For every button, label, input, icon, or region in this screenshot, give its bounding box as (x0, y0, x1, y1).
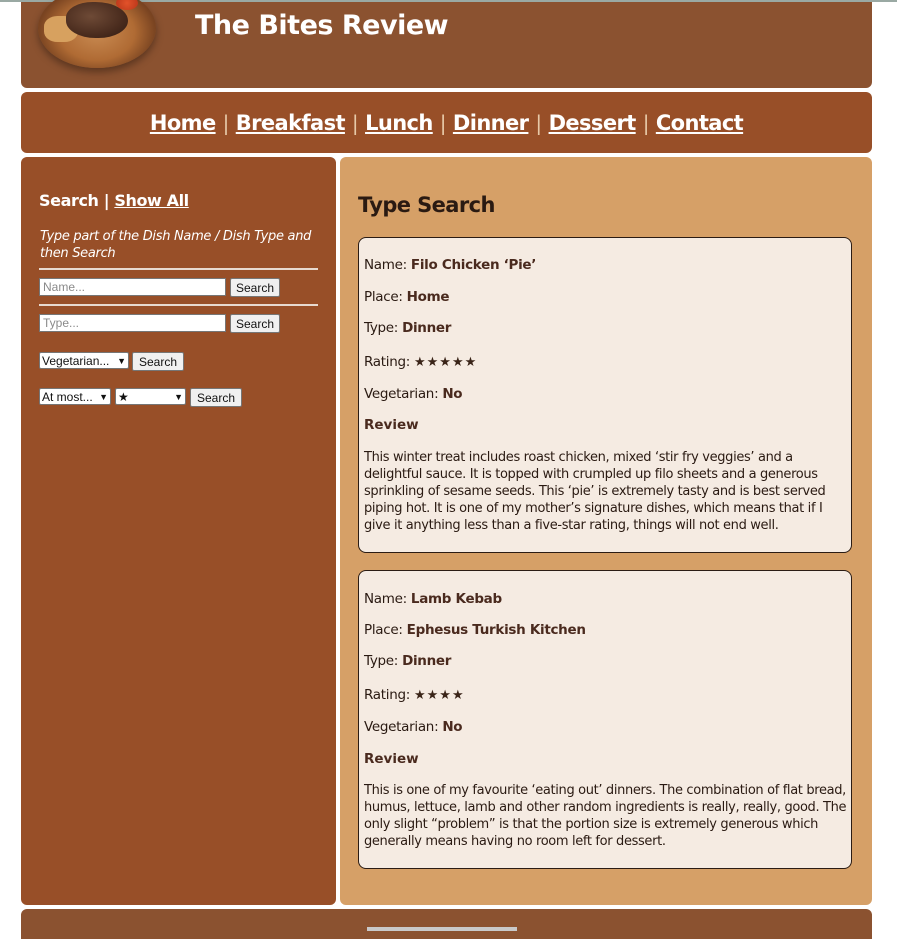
vegetarian-select-value: Vegetarian... (42, 353, 110, 368)
page-title: Type Search (358, 193, 495, 217)
main-nav: Home | Breakfast | Lunch | Dinner | Dess… (21, 92, 872, 153)
chevron-down-icon: ▼ (174, 391, 183, 402)
type-value: Dinner (402, 320, 452, 336)
review-heading: Review (364, 417, 419, 433)
steak-dish-logo (38, 0, 156, 68)
place-value: Home (406, 289, 450, 305)
nav-separator: | (439, 110, 447, 135)
place-label: Place: (364, 289, 403, 305)
chevron-down-icon: ▼ (99, 391, 108, 402)
name-label: Name: (364, 257, 407, 273)
place-value: Ephesus Turkish Kitchen (406, 622, 586, 638)
nav-dinner[interactable]: Dinner (453, 111, 529, 135)
rating-mode-select[interactable]: At most... ▼ (39, 388, 111, 405)
sidebar-heading: Search | Show All (39, 191, 189, 210)
site-footer (21, 909, 872, 939)
vegetarian-label: Vegetarian: (364, 719, 439, 735)
chevron-down-icon: ▼ (117, 355, 126, 366)
nav-dessert[interactable]: Dessert (549, 111, 637, 135)
review-name: Name: Lamb Kebab (364, 591, 502, 607)
review-rating: Rating: ★★★★ (364, 687, 465, 703)
rating-label: Rating: (364, 354, 410, 370)
name-value: Filo Chicken ‘Pie’ (410, 257, 537, 273)
search-help-text: Type part of the Dish Name / Dish Type a… (40, 229, 312, 261)
type-label: Type: (364, 653, 399, 669)
nav-contact[interactable]: Contact (656, 111, 744, 135)
review-text: This winter treat includes roast chicken… (364, 450, 826, 533)
review-type: Type: Dinner (364, 320, 451, 336)
nav-breakfast[interactable]: Breakfast (236, 111, 346, 135)
type-search-button[interactable]: Search (230, 314, 280, 333)
review-heading: Review (364, 751, 419, 767)
results-panel: Type Search Name: Filo Chicken ‘Pie’ Pla… (340, 157, 872, 905)
name-value: Lamb Kebab (410, 591, 502, 607)
place-label: Place: (364, 622, 403, 638)
review-place: Place: Home (364, 289, 450, 305)
review-vegetarian: Vegetarian: No (364, 386, 463, 402)
type-search-input[interactable] (39, 314, 226, 332)
review-type: Type: Dinner (364, 653, 451, 669)
nav-separator: | (222, 110, 230, 135)
name-search-button[interactable]: Search (230, 278, 280, 297)
heading-separator: | (103, 191, 110, 210)
vegetarian-select[interactable]: Vegetarian... ▼ (39, 352, 129, 369)
tomato-graphic (116, 0, 138, 10)
rating-select[interactable]: ★ ▼ (115, 388, 186, 405)
nav-lunch[interactable]: Lunch (365, 111, 433, 135)
divider (39, 268, 318, 270)
rating-stars: ★★★★ (413, 688, 465, 703)
rating-stars: ★★★★★ (413, 355, 478, 370)
review-card: Name: Lamb Kebab Place: Ephesus Turkish … (358, 570, 852, 869)
divider (39, 304, 318, 306)
rating-select-value: ★ (118, 389, 129, 404)
name-search-input[interactable] (39, 278, 226, 296)
rating-mode-select-value: At most... (42, 389, 93, 404)
review-place: Place: Ephesus Turkish Kitchen (364, 622, 586, 638)
nav-home[interactable]: Home (150, 111, 216, 135)
type-label: Type: (364, 320, 399, 336)
nav-separator: | (351, 110, 359, 135)
name-label: Name: (364, 591, 407, 607)
nav-separator: | (642, 110, 650, 135)
vegetarian-value: No (442, 719, 463, 735)
type-value: Dinner (402, 653, 452, 669)
review-name: Name: Filo Chicken ‘Pie’ (364, 257, 536, 273)
review-rating: Rating: ★★★★★ (364, 354, 477, 370)
rating-label: Rating: (364, 687, 410, 703)
vegetarian-value: No (442, 386, 463, 402)
review-card: Name: Filo Chicken ‘Pie’ Place: Home Typ… (358, 237, 852, 553)
rating-search-button[interactable]: Search (190, 388, 242, 407)
site-header: The Bites Review (21, 0, 872, 88)
search-heading-label: Search (39, 191, 99, 210)
review-text: This is one of my favourite ‘eating out’… (364, 783, 847, 849)
review-vegetarian: Vegetarian: No (364, 719, 463, 735)
site-title: The Bites Review (195, 10, 449, 41)
search-sidebar: Search | Show All Type part of the Dish … (21, 157, 336, 905)
vegetarian-search-button[interactable]: Search (132, 352, 184, 371)
show-all-link[interactable]: Show All (114, 191, 189, 210)
vegetarian-label: Vegetarian: (364, 386, 439, 402)
horizontal-scrollbar[interactable] (367, 927, 517, 931)
nav-separator: | (535, 110, 542, 135)
